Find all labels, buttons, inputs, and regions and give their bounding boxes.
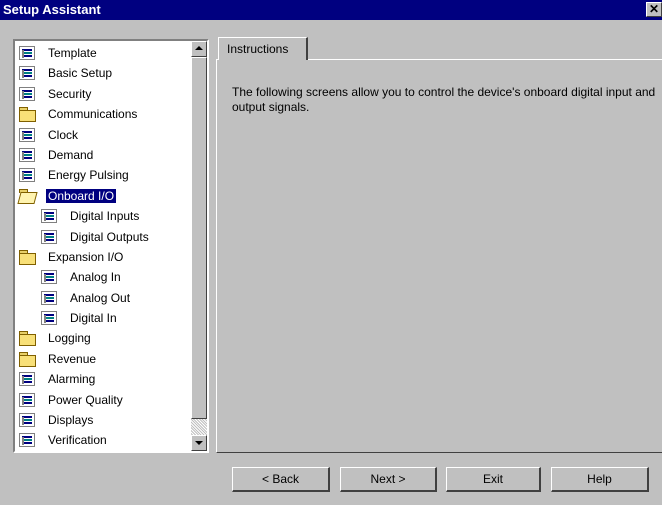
tree-item-label: Revenue	[48, 351, 97, 366]
title-bar: Setup Assistant ✕	[0, 0, 662, 20]
folder-icon	[19, 107, 36, 123]
folder-icon	[19, 351, 36, 367]
tree-item-energy-pulsing[interactable]: Energy Pulsing	[15, 165, 191, 185]
tree-item-communications[interactable]: Communications	[15, 104, 191, 124]
doc-icon	[19, 392, 35, 407]
tree-item-label: Verification	[48, 433, 107, 448]
tree-item-label: Onboard I/O	[46, 188, 117, 203]
tree-item-clock[interactable]: Clock	[15, 125, 191, 145]
doc-icon	[41, 290, 57, 305]
back-button[interactable]: < Back	[232, 467, 330, 492]
window-title: Setup Assistant	[3, 2, 101, 17]
tree-item-label: Template	[48, 46, 97, 60]
tree-item-label: Digital Inputs	[70, 209, 140, 224]
instructions-panel: The following screens allow you to contr…	[216, 59, 662, 453]
doc-icon	[41, 270, 57, 285]
tree-item-security[interactable]: Security	[15, 84, 191, 104]
doc-icon	[19, 66, 35, 81]
tree-item-label: Expansion I/O	[48, 249, 124, 264]
doc-icon	[41, 229, 57, 244]
tree-item-digital-outputs[interactable]: Digital Outputs	[15, 227, 191, 247]
folder-icon	[19, 331, 36, 347]
doc-icon	[41, 311, 57, 326]
tree-item-label: Analog Out	[70, 290, 131, 305]
tree-item-power-quality[interactable]: Power Quality	[15, 390, 191, 410]
tree-item-basic-setup[interactable]: Basic Setup	[15, 63, 191, 83]
doc-icon	[19, 168, 35, 183]
tree-item-displays[interactable]: Displays	[15, 410, 191, 430]
exit-button[interactable]: Exit	[446, 467, 541, 492]
doc-icon	[19, 147, 35, 162]
tree-items: Template Basic Setup Security Communication…	[15, 43, 191, 451]
tree-item-label: Power Quality	[48, 392, 123, 407]
tree-item-verification[interactable]: Verification	[15, 430, 191, 450]
tree-scrollbar[interactable]	[191, 41, 207, 451]
folder-icon	[19, 249, 36, 265]
tree-item-label: Digital Outputs	[70, 229, 149, 244]
tree-item-analog-out[interactable]: Analog Out	[15, 288, 191, 308]
tab-instructions[interactable]: Instructions	[218, 37, 308, 60]
tree-item-demand[interactable]: Demand	[15, 145, 191, 165]
tree-item-label: Logging	[48, 331, 91, 346]
tree-item-label: Basic Setup	[48, 66, 113, 81]
doc-icon	[19, 127, 35, 142]
doc-icon	[41, 209, 57, 224]
tree-item-label: Security	[48, 86, 92, 101]
tree-item-label: Energy Pulsing	[48, 168, 129, 183]
tree-item-analog-in[interactable]: Analog In	[15, 267, 191, 287]
scroll-down-button[interactable]	[191, 435, 207, 451]
tree-item-label: Clock	[48, 127, 79, 142]
doc-icon	[19, 433, 35, 448]
scroll-thumb[interactable]	[191, 57, 207, 419]
tree-item-label: Digital In	[70, 311, 117, 326]
help-button[interactable]: Help	[551, 467, 649, 492]
close-icon: ✕	[648, 2, 660, 16]
doc-icon	[19, 86, 35, 101]
close-button[interactable]: ✕	[646, 2, 662, 17]
instructions-text: The following screens allow you to contr…	[232, 85, 656, 114]
doc-icon	[19, 413, 35, 428]
tree-item-digital-inputs[interactable]: Digital Inputs	[15, 206, 191, 226]
tree-item-digital-in[interactable]: Digital In	[15, 308, 191, 328]
tree-item-onboard-i-o[interactable]: Onboard I/O	[15, 186, 191, 206]
tree-item-label: Displays	[48, 413, 94, 428]
doc-icon	[19, 46, 35, 60]
tree-item-template[interactable]: Template	[15, 43, 191, 63]
tree-item-expansion-i-o[interactable]: Expansion I/O	[15, 247, 191, 267]
tree-item-label: Analog In	[70, 270, 121, 285]
folder-open-icon	[19, 188, 35, 203]
scroll-up-button[interactable]	[191, 41, 207, 57]
tree-item-label: Alarming	[48, 372, 96, 387]
tree-item-label: Communications	[48, 107, 138, 122]
tree-item-logging[interactable]: Logging	[15, 328, 191, 348]
next-button[interactable]: Next >	[340, 467, 437, 492]
setup-tree[interactable]: Template Basic Setup Security Communication…	[13, 39, 209, 453]
tree-item-revenue[interactable]: Revenue	[15, 349, 191, 369]
tree-item-alarming[interactable]: Alarming	[15, 369, 191, 389]
doc-icon	[19, 372, 35, 387]
tree-item-label: Demand	[48, 147, 94, 162]
